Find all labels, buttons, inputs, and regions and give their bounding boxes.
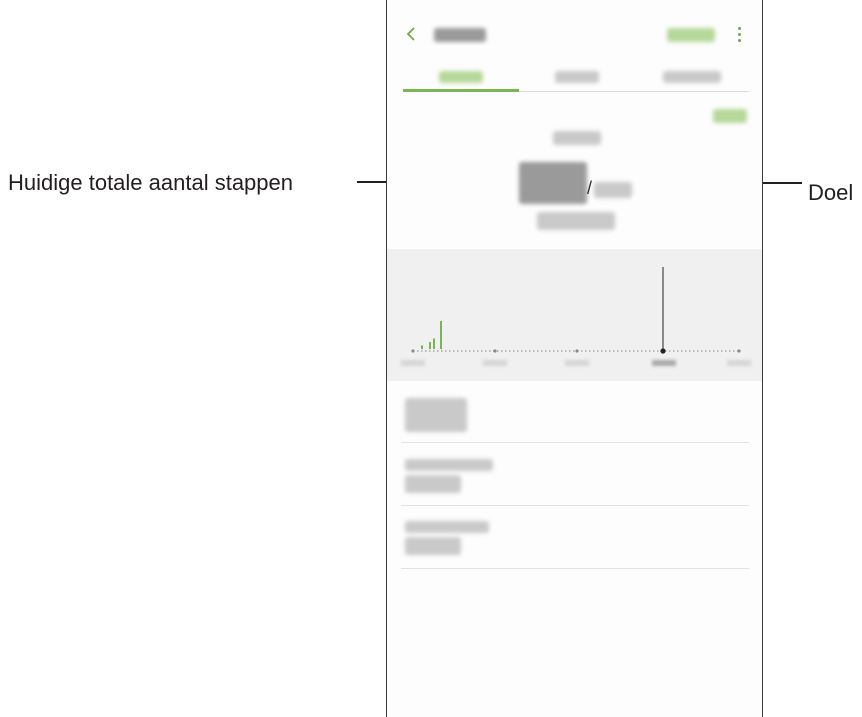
annotation-current-steps: Huidige totale aantal stappen [8, 170, 293, 195]
tab-label [555, 71, 599, 83]
tab-2[interactable] [519, 66, 635, 90]
steps-chart-svg [401, 267, 751, 366]
steps-chart[interactable] [387, 249, 762, 381]
list-divider [401, 442, 749, 443]
date-label [553, 131, 601, 145]
chart-tick-label [401, 360, 425, 366]
chart-tick-label [483, 360, 507, 366]
list-item-title [405, 398, 467, 432]
chart-tick-1 [493, 349, 497, 353]
share-chip[interactable] [713, 109, 747, 123]
goal-separator: / [587, 178, 593, 198]
list-item-title [405, 459, 493, 471]
list-item-value [405, 475, 461, 493]
tab-selected-indicator [403, 89, 519, 92]
back-button[interactable] [401, 23, 423, 45]
chart-bar [429, 342, 431, 349]
chevron-left-icon [406, 27, 415, 41]
chart-tick-0 [411, 349, 415, 353]
list-item-title [405, 521, 489, 533]
chart-bar [433, 338, 435, 349]
list-divider [401, 505, 749, 506]
chart-tick-label [652, 360, 676, 366]
tab-1[interactable] [403, 66, 519, 90]
more-vertical-icon [731, 27, 747, 42]
tab-3[interactable] [635, 66, 751, 90]
chart-current-marker-dot [660, 348, 666, 354]
chart-bar [421, 345, 423, 349]
chart-bar [440, 321, 442, 349]
tab-label [663, 71, 721, 83]
more-options-button[interactable] [731, 24, 747, 46]
list-item-value [405, 537, 461, 555]
chart-tick-label [727, 360, 751, 366]
chart-tick-label [565, 360, 589, 366]
list-item[interactable] [401, 515, 749, 563]
chart-tick-4 [737, 349, 741, 353]
list-item[interactable] [401, 453, 749, 501]
list-item[interactable] [401, 392, 749, 440]
summary-label [537, 212, 615, 230]
tab-label [439, 71, 483, 83]
page-title [434, 28, 486, 42]
header-action-button[interactable] [667, 28, 715, 42]
list-divider [401, 568, 749, 569]
annotation-goal: Doel [808, 180, 854, 205]
phone-screen: / [386, 0, 763, 717]
chart-tick-2 [575, 349, 579, 353]
goal-value [594, 182, 632, 198]
current-steps-value [519, 162, 587, 204]
